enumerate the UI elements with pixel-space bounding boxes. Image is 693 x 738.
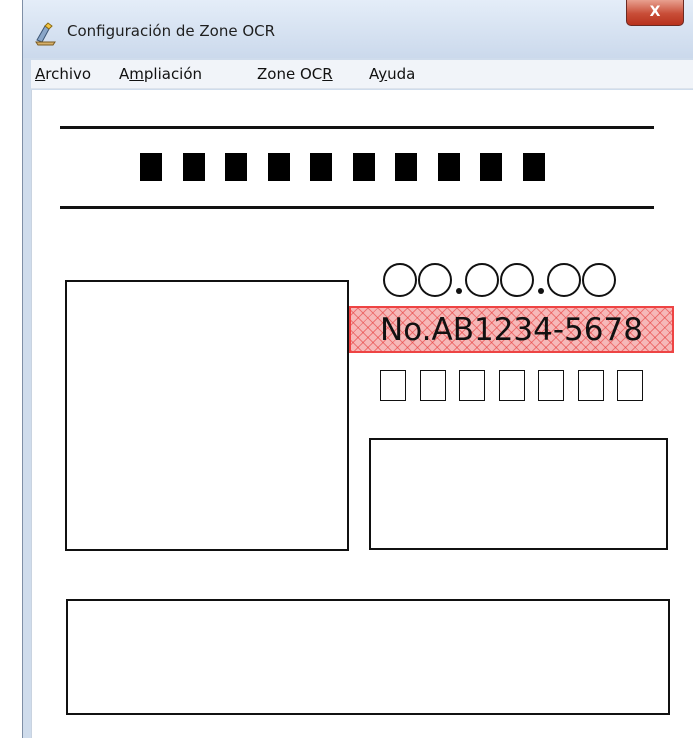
desktop-margin [0, 0, 22, 738]
menu-bar: Archivo Ampliación Zone OCR Ayuda [31, 60, 693, 89]
bottom-field-box [66, 599, 670, 715]
menu-ayuda[interactable]: Ayuda [369, 65, 415, 83]
ocr-zone-text: No.AB1234-5678 [380, 312, 643, 348]
zone-ocr-app-icon [35, 22, 56, 46]
redacted-block [352, 153, 375, 181]
redacted-block [522, 153, 545, 181]
right-field-box [369, 438, 668, 550]
redacted-block [182, 153, 205, 181]
redacted-block [310, 153, 332, 181]
photo-box [65, 280, 349, 551]
circle-group [383, 258, 617, 298]
digit-square [419, 370, 446, 401]
redacted-block [395, 153, 417, 181]
ocr-zone-selection[interactable]: No.AB1234-5678 [349, 306, 674, 353]
window-title: Configuración de Zone OCR [67, 22, 276, 40]
redacted-block [480, 153, 502, 181]
digit-square [459, 370, 485, 401]
redacted-block [140, 153, 162, 181]
digit-square [380, 370, 406, 401]
menu-ampliacion[interactable]: Ampliación [119, 65, 202, 83]
bottom-rule [60, 206, 654, 209]
digit-square [498, 370, 525, 401]
digit-square [538, 370, 564, 401]
digit-square [617, 370, 643, 401]
title-bar[interactable]: Configuración de Zone OCR X [23, 0, 693, 58]
digit-square [577, 370, 604, 401]
close-button[interactable]: X [626, 0, 684, 26]
top-rule [60, 126, 654, 129]
redacted-block [437, 153, 460, 181]
menu-archivo[interactable]: Archivo [35, 65, 91, 83]
close-icon: X [649, 4, 661, 20]
menu-zone-ocr[interactable]: Zone OCR [257, 65, 333, 83]
redacted-block [225, 153, 247, 181]
redacted-block [267, 153, 290, 181]
